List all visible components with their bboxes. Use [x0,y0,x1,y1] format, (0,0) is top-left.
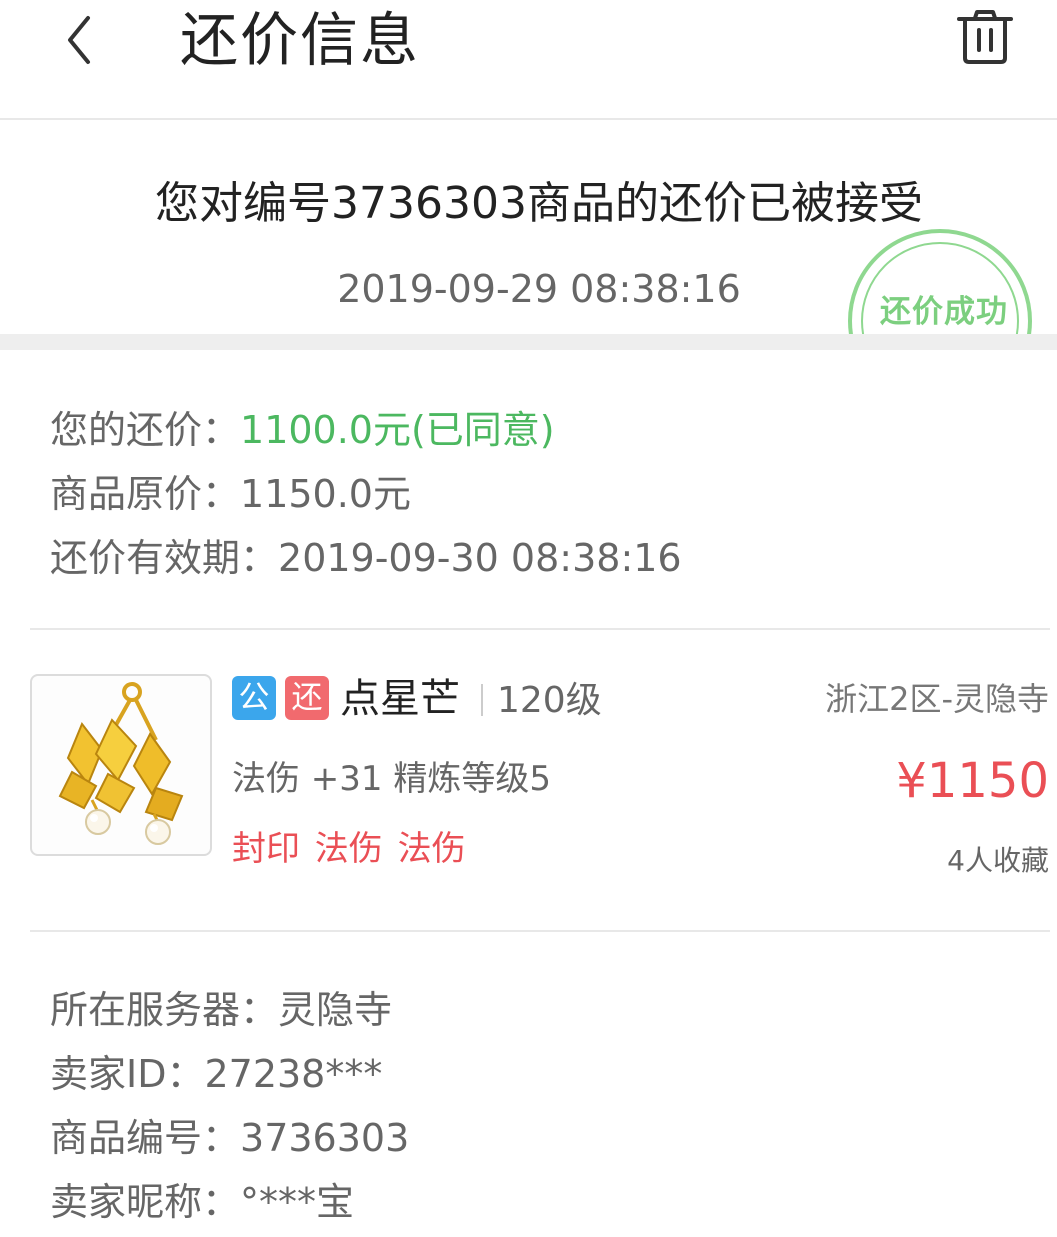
server-label: 所在服务器： [50,988,279,1032]
seller-id-label: 卖家ID： [50,1052,205,1096]
expire-line: 还价有效期：2019-09-30 08:38:16 [50,526,682,590]
section-gap [0,334,1057,350]
server-value: 灵隐寺 [278,988,393,1032]
original-price-label: 商品原价： [50,472,241,516]
counter-offer-badge: 还 [285,676,329,720]
top-bar: 还价信息 [0,0,1057,120]
nickname-label: 卖家昵称： [50,1180,241,1224]
divider [30,628,1050,630]
golden-earring-icon [58,682,184,845]
original-price-line: 商品原价：1150.0元 [50,462,682,526]
item-level: 120级 [497,680,602,721]
success-stamp-text: 还价成功 [880,294,1008,330]
chevron-left-icon [68,16,90,64]
divider [30,930,1050,932]
item-number-value: 3736303 [240,1116,410,1160]
original-price-value: 1150.0元 [240,472,411,516]
product-card[interactable]: 公 还 点星芒 120级 浙江2区-灵隐寺 法伤 +31 精炼等级5 ¥1150… [0,632,1057,930]
offer-line: 您的还价：1100.0元(已同意) [50,398,682,462]
item-price: ¥1150 [896,753,1049,809]
nickname-value: °***宝 [240,1180,355,1224]
favorite-count: 4人收藏 [947,844,1049,877]
item-name: 点星芒 [340,676,460,722]
seller-info: 所在服务器：灵隐寺 卖家ID：27238*** 商品编号：3736303 卖家昵… [50,978,409,1234]
trash-icon [957,10,1013,64]
offer-label: 您的还价： [50,408,241,452]
expire-value: 2019-09-30 08:38:16 [278,536,682,580]
server-line: 所在服务器：灵隐寺 [50,978,409,1042]
item-number-label: 商品编号： [50,1116,241,1160]
seller-id-value: 27238*** [204,1052,383,1096]
nickname-line: 卖家昵称：°***宝 [50,1170,409,1234]
expire-label: 还价有效期： [50,536,279,580]
notice-title: 您对编号3736303商品的还价已被接受 [155,178,923,229]
offer-notice: 您对编号3736303商品的还价已被接受 2019-09-29 08:38:16… [0,120,1057,334]
item-number-line: 商品编号：3736303 [50,1106,409,1170]
delete-button[interactable] [955,6,1015,68]
seller-id-line: 卖家ID：27238*** [50,1042,409,1106]
price-info: 您的还价：1100.0元(已同意) 商品原价：1150.0元 还价有效期：201… [50,398,682,590]
back-button[interactable] [58,4,106,74]
product-image [30,674,212,856]
item-tags: 封印 法伤 法伤 [232,829,466,869]
name-separator [481,684,483,716]
item-attributes: 法伤 +31 精炼等级5 [232,759,551,799]
offer-value: 1100.0元(已同意) [240,408,555,452]
public-badge: 公 [232,676,276,720]
server-area: 浙江2区-灵隐寺 [825,680,1049,718]
page-title: 还价信息 [180,6,421,74]
